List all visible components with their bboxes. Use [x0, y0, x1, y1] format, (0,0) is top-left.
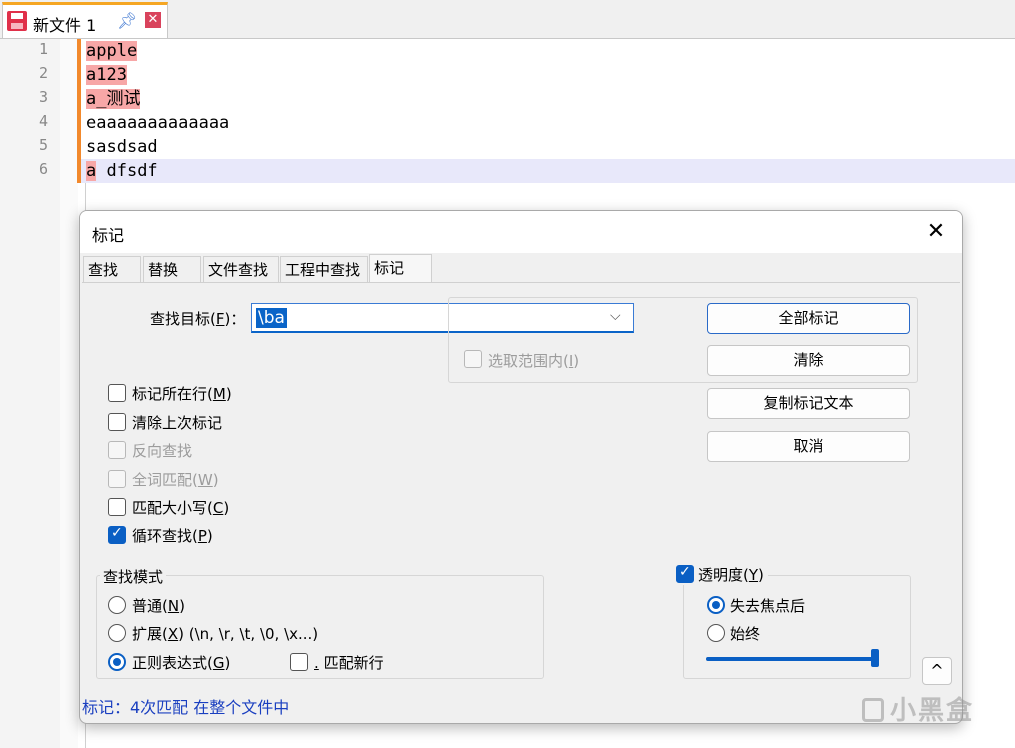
marked-match: apple: [86, 41, 138, 61]
find-target-value[interactable]: \ba: [256, 308, 287, 328]
on-lose-focus-radio[interactable]: [707, 596, 725, 614]
code-line[interactable]: sasdsad: [86, 135, 158, 159]
tab-title: 新文件 1: [33, 16, 97, 35]
whole-word-checkbox[interactable]: [108, 470, 126, 488]
code-line[interactable]: a123: [86, 63, 127, 87]
dialog-close-icon[interactable]: ✕: [918, 217, 954, 247]
extended-mode-label: 扩展(X) (\n, \r, \t, \0, \x...): [132, 625, 319, 643]
clear-marks-button[interactable]: 清除: [707, 345, 910, 376]
bookmark-line-checkbox[interactable]: [108, 384, 126, 402]
on-lose-focus-label: 失去焦点后: [730, 597, 806, 615]
in-selection-label: 选取范围内(I): [488, 352, 580, 370]
find-target-label: 查找目标(F)：: [150, 310, 246, 328]
marked-match: a123: [86, 65, 127, 85]
close-tab-icon[interactable]: ✕: [145, 12, 161, 28]
dialog-title: 标记: [92, 226, 125, 245]
fold-margin[interactable]: [60, 39, 78, 748]
line-number: 1: [38, 40, 48, 58]
mark-dialog: 标记 ✕ 查找 替换 文件查找 工程中查找 标记 查找目标(F)： \ba ⌵ …: [79, 210, 963, 724]
wrap-around-checkbox[interactable]: [108, 525, 126, 544]
dialog-tab-row: 查找 替换 文件查找 工程中查找 标记: [80, 254, 962, 283]
whole-word-label: 全词匹配(W): [132, 471, 219, 489]
document-tab-bar: 新文件 1 📌︎ ✕: [0, 0, 1015, 39]
tab-replace[interactable]: 替换: [143, 256, 201, 282]
extended-mode-radio[interactable]: [108, 624, 126, 642]
line-number: 3: [38, 88, 48, 106]
always-radio[interactable]: [707, 624, 725, 642]
document-tab[interactable]: 新文件 1 📌︎ ✕: [2, 2, 168, 38]
current-line-highlight: [81, 159, 1015, 183]
code-text: eaaaaaaaaaaaaa: [86, 113, 230, 133]
always-label: 始终: [730, 625, 761, 643]
bookmark-line-label: 标记所在行(M): [132, 385, 232, 403]
tab-mark[interactable]: 标记: [369, 254, 432, 283]
copy-marked-text-button[interactable]: 复制标记文本: [707, 388, 910, 419]
tab-find[interactable]: 查找: [83, 256, 141, 282]
backward-direction-checkbox[interactable]: [108, 441, 126, 459]
watermark-logo-icon: [862, 698, 884, 722]
transparency-caption-box: 透明度(Y): [672, 564, 768, 585]
regex-mode-radio[interactable]: [108, 653, 126, 671]
transparency-slider-thumb[interactable]: [871, 649, 879, 667]
line-number: 2: [38, 64, 48, 82]
purge-previous-checkbox[interactable]: [108, 413, 126, 431]
marked-match: a: [86, 161, 97, 181]
line-number: 5: [38, 136, 48, 154]
cancel-button[interactable]: 取消: [707, 431, 910, 462]
match-case-checkbox[interactable]: [108, 498, 126, 516]
code-line[interactable]: a dfsdf: [86, 159, 158, 183]
marked-match: a_测试: [86, 89, 141, 109]
backward-direction-label: 反向查找: [132, 442, 193, 460]
code-line[interactable]: apple: [86, 39, 138, 63]
collapse-dialog-button[interactable]: ^: [922, 657, 952, 685]
purge-previous-label: 清除上次标记: [132, 414, 223, 432]
dot-matches-newline-checkbox[interactable]: [290, 653, 308, 671]
transparency-slider-fill: [706, 657, 875, 661]
code-text: dfsdf: [96, 161, 158, 181]
change-history-bar: [77, 39, 81, 183]
status-message: 标记：4次匹配 在整个文件中: [82, 698, 290, 717]
normal-mode-radio[interactable]: [108, 596, 126, 614]
wrap-around-label: 循环查找(P): [132, 527, 213, 545]
transparency-slider-track[interactable]: [706, 657, 878, 661]
mark-all-button[interactable]: 全部标记: [707, 303, 910, 334]
regex-mode-label: 正则表达式(G): [132, 654, 231, 672]
code-text: sasdsad: [86, 137, 158, 157]
unsaved-file-icon: [7, 11, 27, 31]
line-number: 6: [38, 160, 48, 178]
code-line[interactable]: a_测试: [86, 87, 141, 111]
dot-matches-newline-label: . 匹配新行: [314, 654, 384, 672]
tab-find-in-projects[interactable]: 工程中查找: [280, 256, 368, 282]
normal-mode-label: 普通(N): [132, 597, 185, 615]
in-selection-checkbox[interactable]: [464, 350, 482, 368]
watermark: 小黑盒: [862, 690, 974, 727]
code-line[interactable]: eaaaaaaaaaaaaa: [86, 111, 229, 135]
dialog-titlebar[interactable]: 标记 ✕: [80, 211, 962, 253]
transparency-checkbox[interactable]: [676, 564, 694, 583]
match-case-label: 匹配大小写(C): [132, 499, 230, 517]
search-mode-caption: 查找模式: [100, 566, 167, 587]
tab-find-in-files[interactable]: 文件查找: [203, 256, 279, 282]
pin-icon[interactable]: 📌︎: [117, 11, 137, 30]
line-number: 4: [38, 112, 48, 130]
